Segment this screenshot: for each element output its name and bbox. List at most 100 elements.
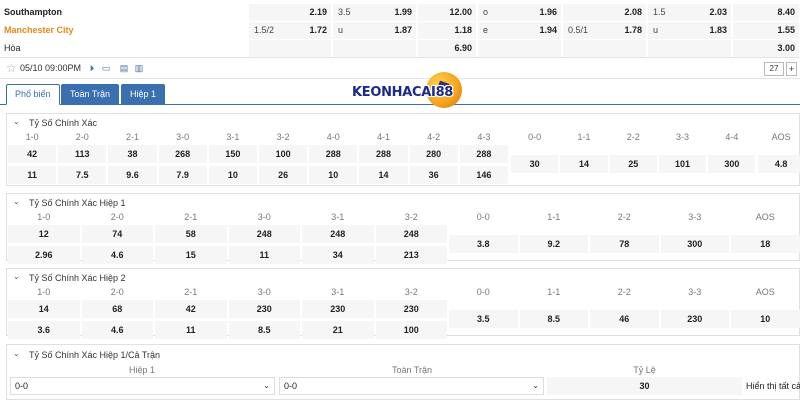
tv-icon[interactable]: ▭ [100, 62, 112, 74]
chevron-down-icon[interactable]: ⌄ [13, 349, 20, 358]
odds-button[interactable]: 3.6 [8, 321, 80, 339]
show-all-link[interactable]: Hiển thị tất cả [746, 381, 800, 391]
odds-button[interactable]: 4.8 [757, 155, 800, 173]
odds-button[interactable]: 42 [8, 145, 57, 163]
odds-cell[interactable]: 3.00 [733, 40, 800, 57]
odds-cell[interactable]: 2.19 [249, 4, 332, 21]
odds-button[interactable]: 113 [58, 145, 107, 163]
odds-cell[interactable]: o 1.96 [478, 4, 562, 21]
odds-cell[interactable]: 6.90 [418, 40, 477, 57]
odds-button[interactable]: 9.6 [108, 166, 157, 184]
odds-value: 1.87 [394, 25, 412, 35]
favorite-star-icon[interactable]: ☆ [6, 61, 17, 75]
chart-icon[interactable]: ▥ [133, 62, 145, 74]
odds-button[interactable]: 74 [81, 225, 153, 243]
live-icon[interactable]: ⏵ [86, 62, 98, 74]
odds-button[interactable]: 2.96 [8, 246, 80, 264]
tab-first-half[interactable]: Hiệp 1 [121, 84, 166, 105]
odds-button[interactable]: 21 [302, 321, 374, 339]
odds-button[interactable]: 11 [8, 166, 57, 184]
odds-button[interactable]: 7.9 [158, 166, 207, 184]
odds-button[interactable]: 25 [609, 155, 657, 173]
odds-cell[interactable]: 1.5 2.03 [648, 4, 732, 21]
odds-button[interactable]: 14 [359, 166, 408, 184]
odds-cell[interactable]: 1.5/2 1.72 [249, 22, 332, 39]
odds-button[interactable]: 38 [108, 145, 157, 163]
odds-button[interactable]: 8.5 [228, 321, 300, 339]
odds-button[interactable]: 213 [375, 246, 447, 264]
odds-button[interactable]: 15 [155, 246, 227, 264]
odds-button[interactable]: 30 [511, 155, 559, 173]
odds-button[interactable]: 11 [228, 246, 300, 264]
odds-button[interactable]: 78 [590, 235, 659, 253]
odds-cell[interactable]: 0.5/1 1.78 [563, 22, 647, 39]
stats-icon[interactable]: ▤ [118, 62, 130, 74]
odds-button[interactable]: 10 [208, 166, 257, 184]
odds-button[interactable]: 3.8 [449, 235, 518, 253]
full-time-select[interactable]: 0-0 ⌄ [279, 377, 544, 395]
odds-button[interactable]: 230 [228, 300, 300, 318]
odds-button[interactable]: 248 [375, 225, 447, 243]
odds-button[interactable]: 11 [155, 321, 227, 339]
odds-button[interactable]: 300 [660, 235, 729, 253]
odds-button[interactable]: 4.6 [81, 321, 153, 339]
odds-button[interactable]: 58 [155, 225, 227, 243]
match-date: 05/10 09:00PM [20, 63, 82, 73]
odds-button[interactable]: 146 [459, 166, 508, 184]
odds-button[interactable]: 280 [409, 145, 458, 163]
odds-button[interactable]: 150 [208, 145, 257, 163]
odds-button[interactable]: 3.5 [449, 310, 518, 328]
odds-button[interactable]: 12 [8, 225, 80, 243]
odds-button[interactable]: 46 [590, 310, 659, 328]
odds-button[interactable]: 248 [302, 225, 374, 243]
odds-button[interactable]: 34 [302, 246, 374, 264]
chevron-down-icon[interactable]: ⌄ [13, 117, 20, 126]
odds-button[interactable]: 300 [708, 155, 756, 173]
odds-button[interactable]: 4.6 [81, 246, 153, 264]
score-label: 0-0 [476, 212, 490, 222]
tab-full-match[interactable]: Toàn Trận [61, 84, 120, 105]
odds-button[interactable]: 42 [155, 300, 227, 318]
odds-button[interactable]: 288 [359, 145, 408, 163]
odds-button[interactable]: 248 [228, 225, 300, 243]
odds-cell[interactable]: e 1.94 [478, 22, 562, 39]
odds-button[interactable]: 288 [309, 145, 358, 163]
odds-cell[interactable]: u 1.83 [648, 22, 732, 39]
odds-button[interactable]: 68 [81, 300, 153, 318]
first-half-select[interactable]: 0-0 ⌄ [10, 377, 275, 395]
odds-cell[interactable]: 8.40 [733, 4, 800, 21]
odds-cell[interactable]: 3.5 1.99 [333, 4, 417, 21]
section-header[interactable]: ⌄ Tỷ Số Chính Xác Hiệp 2 [7, 269, 799, 287]
odds-button[interactable]: 36 [409, 166, 458, 184]
odds-button[interactable]: 268 [158, 145, 207, 163]
odds-button[interactable]: 100 [259, 145, 308, 163]
odds-button[interactable]: 26 [259, 166, 308, 184]
odds-cell[interactable]: u 1.87 [333, 22, 417, 39]
odds-button[interactable]: 288 [459, 145, 508, 163]
chevron-down-icon[interactable]: ⌄ [13, 272, 20, 281]
odds-button[interactable]: 14 [8, 300, 80, 318]
odds-button[interactable]: 18 [731, 235, 800, 253]
htft-rate-value[interactable]: 30 [547, 377, 742, 395]
expand-button[interactable]: + [786, 62, 797, 76]
odds-cell[interactable]: 2.08 [563, 4, 647, 21]
odds-button[interactable]: 230 [660, 310, 729, 328]
odds-button[interactable]: 101 [658, 155, 707, 173]
odds-button[interactable]: 14 [560, 155, 608, 173]
odds-button[interactable]: 9.2 [519, 235, 588, 253]
odds-button[interactable]: 10 [731, 310, 800, 328]
odds-button[interactable]: 10 [309, 166, 358, 184]
odds-button[interactable]: 230 [375, 300, 447, 318]
odds-button[interactable]: 7.5 [58, 166, 107, 184]
section-header[interactable]: ⌄ Tỷ Số Chính Xác [7, 114, 799, 132]
chevron-down-icon[interactable]: ⌄ [13, 197, 20, 206]
tab-popular[interactable]: Phổ biến [6, 84, 60, 105]
odds-button[interactable]: 100 [375, 321, 447, 339]
odds-button[interactable]: 8.5 [519, 310, 588, 328]
odds-cell[interactable]: 12.00 [418, 4, 477, 21]
odds-cell[interactable]: 1.18 [418, 22, 477, 39]
score-label: 2-2 [626, 132, 640, 142]
odds-cell[interactable]: 1.55 [733, 22, 800, 39]
section-header[interactable]: ⌄ Tỷ Số Chính Xác Hiệp 1 [7, 194, 799, 212]
odds-button[interactable]: 230 [302, 300, 374, 318]
